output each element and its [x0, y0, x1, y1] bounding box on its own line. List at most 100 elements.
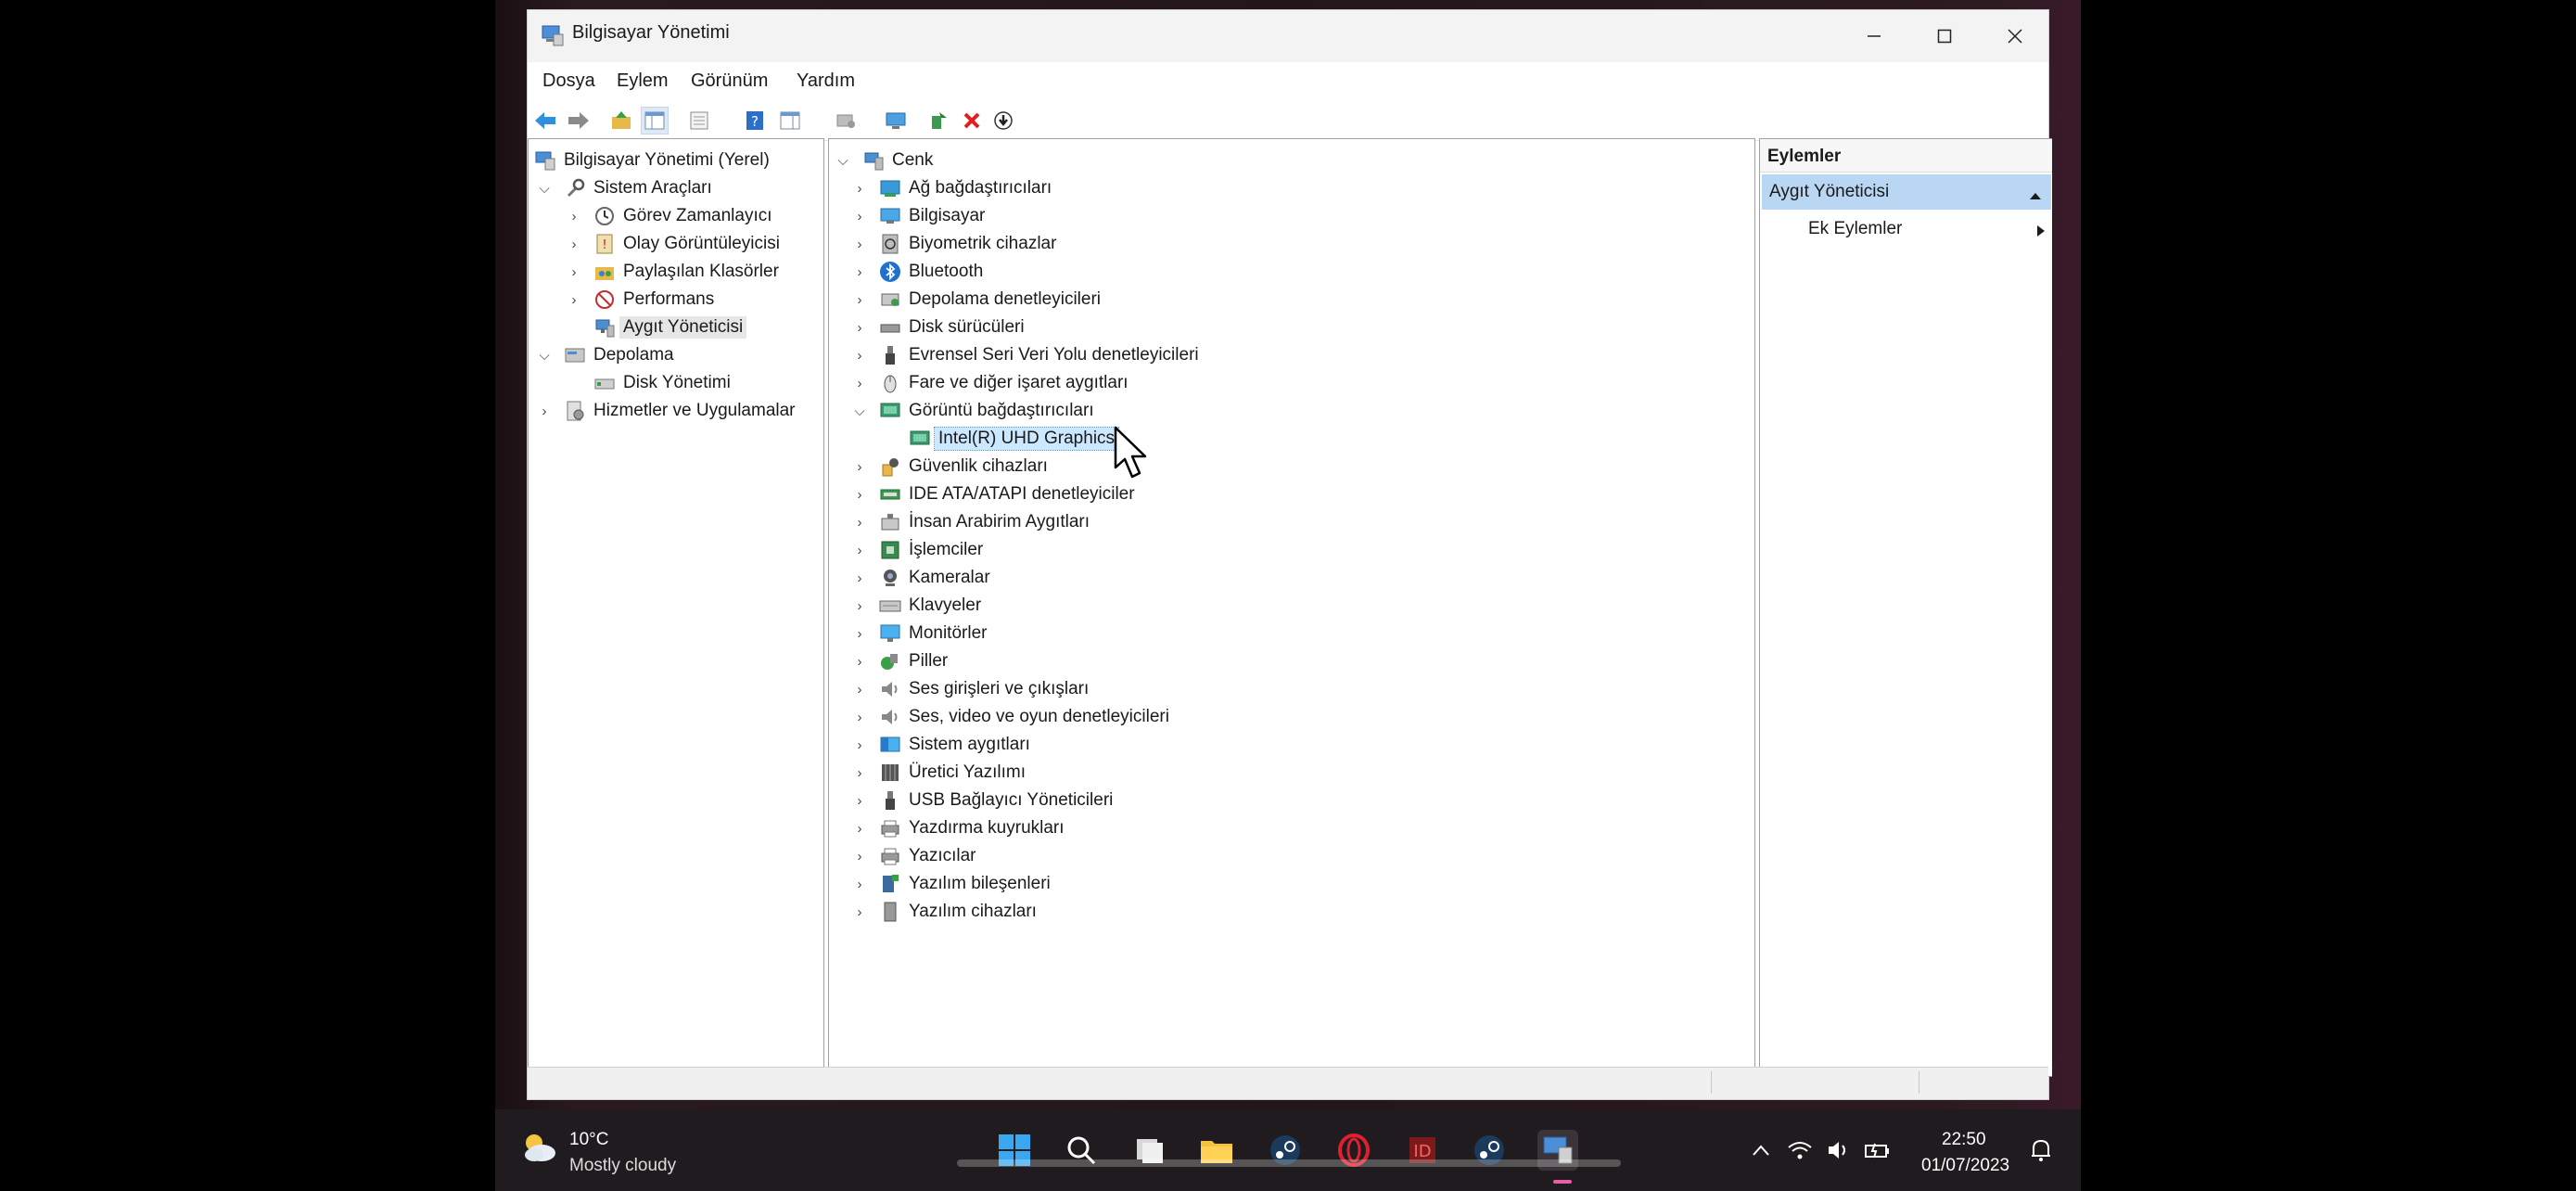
device-category-item[interactable]: Yazıcılar: [879, 842, 976, 870]
menu-gorunum[interactable]: Görünüm: [691, 70, 768, 92]
up-folder-icon[interactable]: [607, 107, 635, 134]
device-category-item[interactable]: Kameralar: [879, 564, 990, 592]
chevron-down-icon[interactable]: ⌵: [536, 174, 553, 202]
forward-arrow-icon[interactable]: [565, 107, 593, 134]
chevron-right-icon[interactable]: ›: [566, 202, 582, 230]
maximize-button[interactable]: [1909, 10, 1980, 62]
device-category-item[interactable]: Sistem aygıtları: [879, 731, 1030, 759]
chevron-right-icon[interactable]: ›: [851, 842, 868, 870]
device-category-item[interactable]: İşlemciler: [879, 536, 983, 564]
device-category-item[interactable]: Evrensel Seri Veri Yolu denetleyicileri: [879, 341, 1199, 369]
clock-date[interactable]: 01/07/2023: [1921, 1156, 2009, 1176]
chevron-right-icon[interactable]: ›: [851, 675, 868, 703]
chevron-right-icon[interactable]: ›: [851, 870, 868, 898]
volume-icon[interactable]: [1825, 1130, 1853, 1171]
notification-bell-icon[interactable]: [2027, 1130, 2055, 1171]
tree-item-gorev-zamanlayici[interactable]: Görev Zamanlayıcı: [593, 202, 772, 230]
device-category-item[interactable]: Depolama denetleyicileri: [879, 286, 1101, 314]
chevron-right-icon[interactable]: ›: [851, 564, 868, 592]
more-actions-item[interactable]: Ek Eylemler: [1808, 219, 2046, 239]
chevron-right-icon[interactable]: ›: [851, 314, 868, 341]
chevron-right-icon[interactable]: ›: [851, 620, 868, 647]
device-category-item[interactable]: Görüntü bağdaştırıcıları: [879, 397, 1094, 425]
help-icon[interactable]: ?: [741, 107, 769, 134]
properties-icon[interactable]: [685, 107, 713, 134]
device-item-intel-uhd-graphics[interactable]: Intel(R) UHD Graphics: [909, 425, 1120, 453]
title-bar[interactable]: Bilgisayar Yönetimi: [528, 10, 2048, 62]
device-category-item[interactable]: Ses, video ve oyun denetleyicileri: [879, 703, 1169, 731]
chevron-right-icon[interactable]: ›: [851, 341, 868, 369]
device-category-item[interactable]: Yazılım cihazları: [879, 898, 1037, 926]
clock-time[interactable]: 22:50: [1942, 1130, 1986, 1150]
device-category-item[interactable]: Disk sürücüleri: [879, 314, 1025, 341]
chevron-right-icon[interactable]: ›: [566, 230, 582, 258]
device-tree-root[interactable]: Cenk: [862, 147, 933, 174]
battery-icon[interactable]: [1864, 1130, 1892, 1171]
device-category-item[interactable]: Bluetooth: [879, 258, 983, 286]
menu-yardim[interactable]: Yardım: [797, 70, 855, 92]
collapse-triangle-icon[interactable]: [2029, 186, 2042, 206]
chevron-right-icon[interactable]: ›: [851, 286, 868, 314]
device-category-item[interactable]: Güvenlik cihazları: [879, 453, 1048, 480]
chevron-right-icon[interactable]: ›: [851, 536, 868, 564]
chevron-right-icon[interactable]: ›: [851, 759, 868, 787]
tree-item-disk-yonetimi[interactable]: Disk Yönetimi: [593, 369, 731, 397]
chevron-right-icon[interactable]: ›: [851, 898, 868, 926]
menu-dosya[interactable]: Dosya: [542, 70, 595, 92]
device-category-item[interactable]: Üretici Yazılımı: [879, 759, 1026, 787]
show-hide-console-tree-icon[interactable]: [641, 107, 669, 134]
device-category-item[interactable]: Yazılım bileşenleri: [879, 870, 1051, 898]
tree-item-paylasilan-klasorler[interactable]: Paylaşılan Klasörler: [593, 258, 779, 286]
chevron-right-icon[interactable]: ›: [851, 453, 868, 480]
tree-item-sistem-araclari[interactable]: Sistem Araçları: [564, 174, 712, 202]
device-category-item[interactable]: Klavyeler: [879, 592, 981, 620]
chevron-right-icon[interactable]: ›: [851, 814, 868, 842]
chevron-right-icon[interactable]: ›: [851, 230, 868, 258]
chevron-right-icon[interactable]: ›: [536, 397, 553, 425]
uninstall-device-icon[interactable]: [958, 107, 986, 134]
chevron-right-icon[interactable]: ›: [851, 647, 868, 675]
device-category-item[interactable]: Ses girişleri ve çıkışları: [879, 675, 1089, 703]
device-category-item[interactable]: Ağ bağdaştırıcıları: [879, 174, 1052, 202]
device-category-item[interactable]: Monitörler: [879, 620, 987, 647]
chevron-right-icon[interactable]: ›: [851, 592, 868, 620]
update-driver-icon[interactable]: [925, 107, 952, 134]
chevron-right-icon[interactable]: ›: [851, 508, 868, 536]
chevron-right-icon[interactable]: ›: [851, 703, 868, 731]
device-category-item[interactable]: Bilgisayar: [879, 202, 985, 230]
menu-eylem[interactable]: Eylem: [617, 70, 669, 92]
disable-device-icon[interactable]: [989, 107, 1017, 134]
back-arrow-icon[interactable]: [531, 107, 559, 134]
device-category-item[interactable]: İnsan Arabirim Aygıtları: [879, 508, 1090, 536]
chevron-right-icon[interactable]: ›: [566, 258, 582, 286]
actions-section-aygit-yoneticisi[interactable]: Aygıt Yöneticisi: [1762, 174, 2051, 210]
device-category-item[interactable]: Yazdırma kuyrukları: [879, 814, 1065, 842]
close-button[interactable]: [1980, 10, 2050, 62]
wifi-icon[interactable]: [1786, 1130, 1814, 1171]
device-category-item[interactable]: Biyometrik cihazlar: [879, 230, 1056, 258]
show-hide-action-pane-icon[interactable]: [776, 107, 804, 134]
tree-item-depolama[interactable]: Depolama: [564, 341, 674, 369]
minimize-button[interactable]: [1839, 10, 1909, 62]
chevron-right-icon[interactable]: ›: [566, 286, 582, 314]
chevron-down-icon[interactable]: ⌵: [536, 341, 553, 369]
weather-cloud-icon[interactable]: [519, 1128, 556, 1165]
chevron-right-icon[interactable]: ›: [851, 258, 868, 286]
device-category-item[interactable]: Fare ve diğer işaret aygıtları: [879, 369, 1129, 397]
chevron-right-icon[interactable]: ›: [851, 174, 868, 202]
tree-item-performans[interactable]: Performans: [593, 286, 714, 314]
device-category-item[interactable]: Piller: [879, 647, 948, 675]
chevron-right-icon[interactable]: ›: [851, 369, 868, 397]
monitor-icon[interactable]: [882, 107, 910, 134]
tree-item-root[interactable]: Bilgisayar Yönetimi (Yerel): [534, 147, 770, 174]
show-hidden-icons-chevron-icon[interactable]: [1747, 1130, 1775, 1171]
chevron-right-icon[interactable]: ›: [851, 731, 868, 759]
device-category-item[interactable]: USB Bağlayıcı Yöneticileri: [879, 787, 1113, 814]
chevron-right-icon[interactable]: ›: [851, 787, 868, 814]
chevron-right-icon[interactable]: ›: [851, 480, 868, 508]
tree-item-olay-goruntuleyicisi[interactable]: ! Olay Görüntüleyicisi: [593, 230, 780, 258]
tree-item-hizmetler[interactable]: Hizmetler ve Uygulamalar: [564, 397, 796, 425]
chevron-down-icon[interactable]: ⌵: [851, 397, 868, 425]
chevron-down-icon[interactable]: ⌵: [835, 147, 851, 174]
tree-item-aygit-yoneticisi[interactable]: Aygıt Yöneticisi: [593, 314, 747, 341]
